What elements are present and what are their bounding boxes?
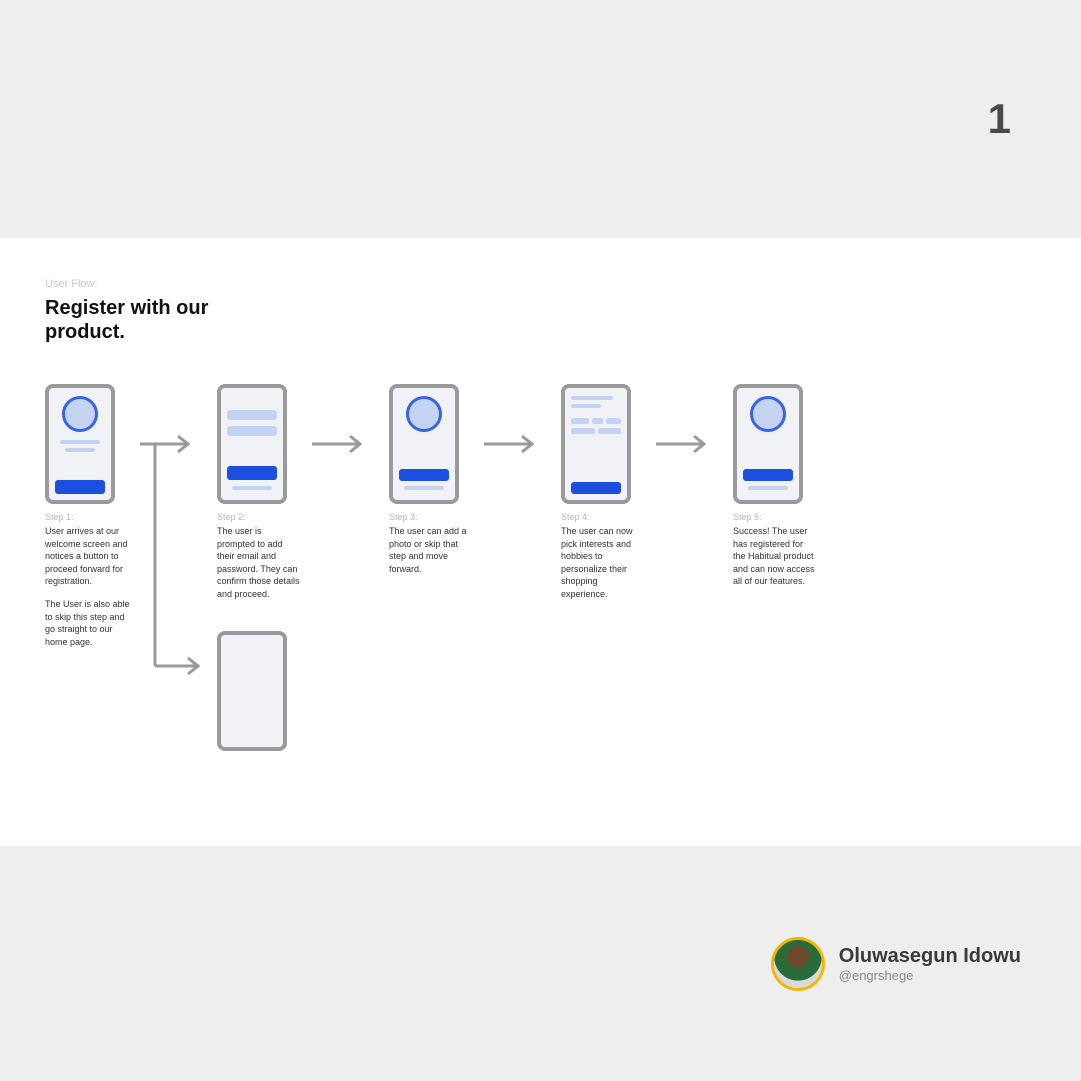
primary-button-placeholder xyxy=(571,482,621,494)
text-line xyxy=(748,486,788,490)
slide-canvas: User Flow: Register with our product. St… xyxy=(0,238,1081,846)
text-line xyxy=(571,404,601,408)
arrow-icon xyxy=(484,434,540,454)
input-placeholder xyxy=(227,410,277,420)
text-line xyxy=(232,486,272,490)
step-description: Success! The user has registered for the… xyxy=(733,525,818,588)
wireframe-interests-screen xyxy=(561,384,631,504)
step-description: The user can add a photo or skip that st… xyxy=(389,525,474,575)
text-line xyxy=(571,396,613,400)
step-label: Step 1: xyxy=(45,512,135,522)
step-label: Step 3: xyxy=(389,512,479,522)
wireframe-success-screen xyxy=(733,384,803,504)
input-placeholder xyxy=(227,426,277,436)
author-name: Oluwasegun Idowu xyxy=(839,945,1021,968)
primary-button-placeholder xyxy=(227,466,277,480)
step-label: Step 5: xyxy=(733,512,823,522)
wireframe-welcome-screen xyxy=(45,384,115,504)
tag-placeholder xyxy=(571,428,595,434)
page-title: Register with our product. xyxy=(45,296,245,344)
arrow-icon xyxy=(312,434,368,454)
step-description: User arrives at our welcome screen and n… xyxy=(45,525,130,588)
avatar-placeholder-icon xyxy=(750,396,786,432)
tag-row xyxy=(571,428,621,434)
step-description: The user can now pick interests and hobb… xyxy=(561,525,646,601)
tag-placeholder xyxy=(592,418,603,424)
primary-button-placeholder xyxy=(743,469,793,481)
page-number: 1 xyxy=(988,95,1011,143)
branch-arrow-icon xyxy=(152,444,208,674)
flow-step-2: Step 2: The user is prompted to add thei… xyxy=(217,384,307,601)
arrow-icon xyxy=(656,434,712,454)
wireframe-credentials-screen xyxy=(217,384,287,504)
text-line xyxy=(60,440,100,444)
tag-placeholder xyxy=(606,418,621,424)
primary-button-placeholder xyxy=(399,469,449,481)
flow-step-5: Step 5: Success! The user has registered… xyxy=(733,384,823,588)
user-flow-diagram: Step 1: User arrives at our welcome scre… xyxy=(45,384,1036,804)
avatar-placeholder-icon xyxy=(406,396,442,432)
step-description-alt: The User is also able to skip this step … xyxy=(45,598,130,648)
step-label: Step 4: xyxy=(561,512,651,522)
text-line xyxy=(65,448,95,452)
tag-placeholder xyxy=(571,418,589,424)
tag-placeholder xyxy=(598,428,622,434)
flow-step-1: Step 1: User arrives at our welcome scre… xyxy=(45,384,135,648)
wireframe-homepage-screen xyxy=(217,631,287,751)
author-byline: Oluwasegun Idowu @engrshege xyxy=(771,937,1021,991)
step-description: The user is prompted to add their email … xyxy=(217,525,302,601)
primary-button-placeholder xyxy=(55,480,105,494)
flow-step-4: Step 4: The user can now pick interests … xyxy=(561,384,651,601)
wireframe-photo-screen xyxy=(389,384,459,504)
flow-step-3: Step 3: The user can add a photo or skip… xyxy=(389,384,479,575)
author-handle: @engrshege xyxy=(839,968,1021,983)
avatar-placeholder-icon xyxy=(62,396,98,432)
text-line xyxy=(404,486,444,490)
author-avatar xyxy=(771,937,825,991)
step-label: Step 2: xyxy=(217,512,307,522)
tag-row xyxy=(571,418,621,424)
kicker-label: User Flow: xyxy=(45,278,1036,290)
